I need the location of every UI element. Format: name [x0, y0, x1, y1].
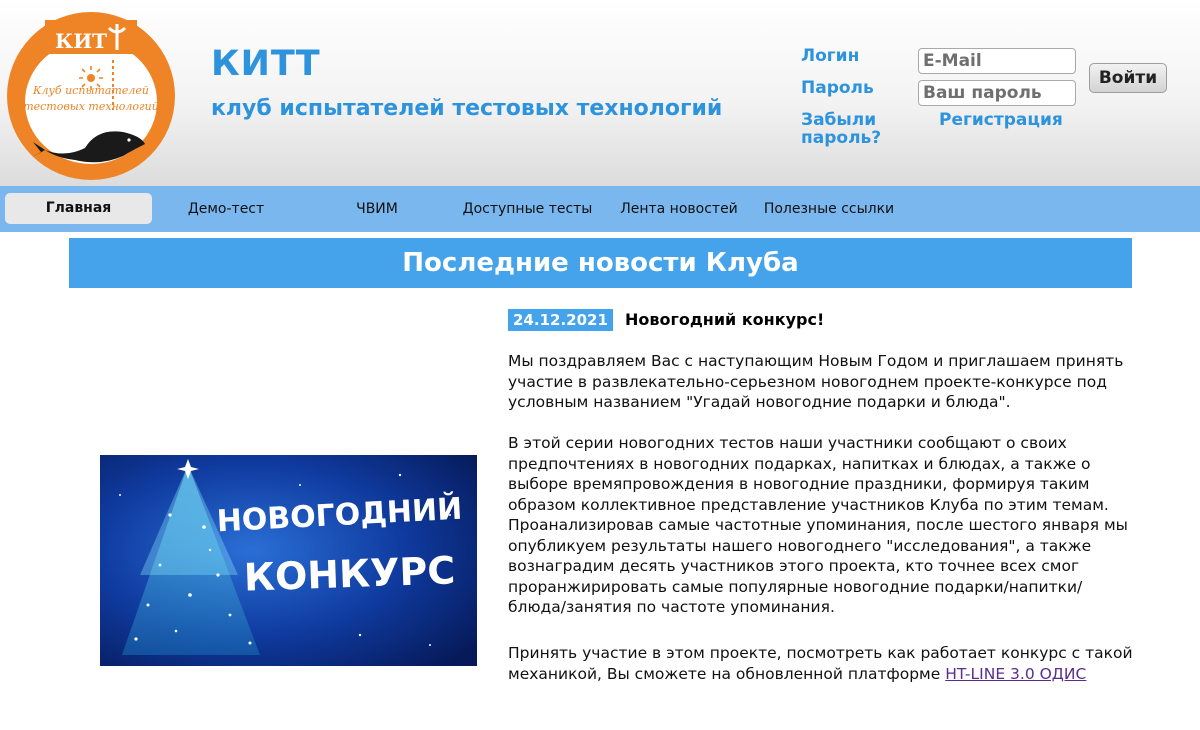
nav-item-news-feed[interactable]: Лента новостей	[612, 186, 746, 232]
nav-item-available-tests[interactable]: Доступные тесты	[455, 186, 600, 232]
register-link[interactable]: Регистрация	[939, 111, 1063, 129]
site-header: КИТ Клуб испытателей тестовых технологий…	[0, 0, 1200, 186]
news-title: Новогодний конкурс!	[625, 310, 825, 329]
logo-text-line2: тестовых технологий	[23, 100, 159, 113]
site-title: КИТТ	[211, 44, 321, 84]
image-text-line2: КОНКУРС	[243, 548, 456, 599]
logo-text-line1: Клуб испытателей	[32, 84, 149, 97]
login-label: Логин	[801, 46, 860, 66]
logo-text-top: КИТ	[55, 29, 107, 53]
news-date-badge: 24.12.2021	[508, 309, 613, 331]
club-logo[interactable]: КИТ Клуб испытателей тестовых технологий	[5, 10, 177, 182]
news-image[interactable]: НОВОГОДНИЙ КОНКУРС	[100, 455, 477, 666]
new-year-contest-image: НОВОГОДНИЙ КОНКУРС	[100, 455, 477, 666]
email-input[interactable]	[918, 48, 1076, 74]
news-paragraph-2: В этой серии новогодних тестов наши учас…	[508, 434, 1128, 616]
site-subtitle: клуб испытателей тестовых технологий	[211, 96, 723, 121]
nav-item-useful-links[interactable]: Полезные ссылки	[756, 186, 902, 232]
forgot-password-link[interactable]: Забыли пароль?	[801, 111, 891, 147]
news-paragraph-3: Принять участие в этом проекте, посмотре…	[508, 643, 1133, 684]
password-input[interactable]	[918, 80, 1076, 106]
nav-item-demo-test[interactable]: Демо-тест	[170, 186, 282, 232]
main-nav: Главная Демо-тест ЧВИМ Доступные тесты Л…	[0, 186, 1200, 232]
login-button[interactable]: Войти	[1089, 63, 1167, 93]
password-label: Пароль	[801, 78, 874, 98]
platform-link[interactable]: HT-LINE 3.0 ОДИС	[945, 665, 1086, 683]
nav-item-chvim[interactable]: ЧВИМ	[340, 186, 414, 232]
news-section-heading: Последние новости Клуба	[69, 238, 1132, 288]
nav-item-home[interactable]: Главная	[5, 193, 152, 224]
news-paragraph-1: Мы поздравляем Вас с наступающим Новым Г…	[508, 352, 1124, 411]
